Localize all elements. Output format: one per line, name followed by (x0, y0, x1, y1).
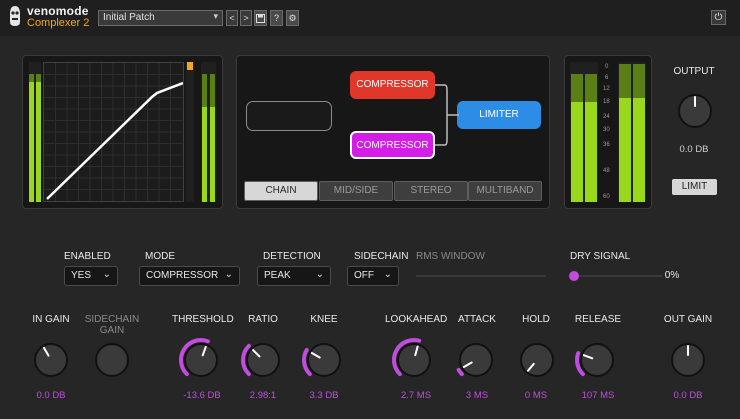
scale-tick: 30 (603, 127, 610, 133)
sidechain-value: OFF (354, 270, 374, 281)
threshold-value: -13.6 DB (183, 390, 221, 401)
release-label: RELEASE (574, 314, 622, 325)
input-meter (29, 62, 41, 202)
sidechain-label: SIDECHAIN (354, 251, 409, 262)
knee-label: KNEE (310, 314, 338, 325)
dry-signal-handle[interactable] (569, 271, 579, 281)
help-button[interactable]: ? (270, 10, 283, 26)
scale-tick: 24 (603, 114, 610, 120)
dry-signal-label: DRY SIGNAL (570, 251, 631, 262)
in-gain-knob[interactable] (28, 337, 74, 388)
hold-label: HOLD (522, 314, 550, 325)
empty-slot[interactable] (246, 101, 332, 131)
chevron-down-icon: ⌄ (224, 269, 233, 280)
enabled-select[interactable]: YES ⌄ (64, 266, 118, 286)
hold-value: 0 MS (524, 390, 548, 401)
dry-signal-slider[interactable] (570, 275, 662, 277)
output-meter-right (618, 62, 646, 202)
hold-knob[interactable] (514, 337, 560, 388)
in-gain-value: 0.0 DB (36, 390, 66, 401)
tab-chain[interactable]: CHAIN (244, 181, 318, 201)
mode-value: COMPRESSOR (146, 270, 219, 281)
release-value: 107 MS (581, 390, 615, 401)
out-gain-value: 0.0 DB (673, 390, 703, 401)
post-meter (201, 62, 216, 202)
transfer-curve-graph[interactable] (43, 62, 184, 202)
chevron-down-icon: ▾ (213, 11, 218, 21)
scale-tick: 0 (605, 64, 609, 70)
scale-tick: 12 (603, 86, 610, 92)
threshold-label: THRESHOLD (172, 314, 234, 325)
ratio-knob[interactable] (240, 337, 286, 388)
chevron-down-icon: ⌄ (315, 269, 324, 280)
in-gain-label: IN GAIN (32, 314, 70, 325)
tab-mid-side[interactable]: MID/SIDE (319, 181, 393, 201)
threshold-knob[interactable] (178, 337, 224, 388)
output-label: OUTPUT (673, 66, 715, 77)
chain-connector (435, 84, 459, 146)
lookahead-label: LOOKAHEAD (385, 314, 448, 325)
ratio-label: RATIO (248, 314, 278, 325)
attack-label: ATTACK (458, 314, 496, 325)
attack-value: 3 MS (465, 390, 489, 401)
out-gain-label: OUT GAIN (663, 314, 713, 325)
settings-button[interactable]: ⚙ (286, 10, 299, 26)
rms-window-slider[interactable] (416, 275, 546, 277)
save-button[interactable] (254, 10, 267, 26)
product-name: Complexer 2 (27, 17, 90, 29)
detection-label: DETECTION (263, 251, 321, 262)
sidechain-gain-knob[interactable] (89, 337, 135, 388)
gear-icon: ⚙ (288, 13, 297, 23)
enabled-label: ENABLED (64, 251, 111, 262)
mode-label: MODE (145, 251, 175, 262)
save-icon (256, 14, 265, 23)
compressor-block-top[interactable]: COMPRESSOR (350, 71, 435, 99)
release-knob[interactable] (574, 337, 620, 388)
preset-name: Initial Patch (103, 12, 155, 23)
sidechain-select[interactable]: OFF ⌄ (347, 266, 399, 286)
next-preset-button[interactable]: > (240, 10, 252, 26)
rms-window-label: RMS WINDOW (416, 251, 485, 262)
scale-tick: 18 (603, 99, 610, 105)
scale-tick: 48 (603, 168, 610, 174)
sidechain-gain-label: SIDECHAIN GAIN (84, 314, 140, 336)
detection-select[interactable]: PEAK ⌄ (257, 266, 331, 286)
out-gain-knob[interactable] (665, 337, 711, 388)
tab-multiband[interactable]: MULTIBAND (468, 181, 542, 201)
transfer-curve (44, 63, 184, 201)
brand-name: venomode (27, 4, 89, 18)
detection-value: PEAK (264, 270, 291, 281)
power-button[interactable]: ⏻ (711, 10, 726, 25)
knee-value: 3.3 DB (309, 390, 339, 401)
lookahead-value: 2.7 MS (400, 390, 432, 401)
chevron-down-icon: ⌄ (102, 269, 111, 280)
power-icon: ⏻ (714, 12, 723, 23)
db-scale: 0 6 12 18 24 30 36 48 60 (600, 64, 616, 204)
ratio-value: 2.98:1 (249, 390, 277, 401)
dry-signal-value: 0% (664, 270, 680, 281)
scale-tick: 6 (605, 75, 609, 81)
enabled-value: YES (71, 270, 92, 281)
compressor-block-bottom[interactable]: COMPRESSOR (350, 131, 435, 159)
gain-reduction-meter (186, 62, 194, 202)
scale-tick: 60 (603, 194, 610, 200)
output-meter-left (570, 62, 598, 202)
lookahead-knob[interactable] (391, 337, 437, 388)
chevron-down-icon: ⌄ (383, 269, 392, 280)
scale-tick: 36 (603, 142, 610, 148)
prev-preset-button[interactable]: < (226, 10, 238, 26)
mode-select[interactable]: COMPRESSOR ⌄ (139, 266, 240, 286)
output-knob[interactable] (672, 88, 718, 139)
limit-button[interactable]: LIMIT (672, 179, 717, 195)
attack-knob[interactable] (453, 337, 499, 388)
tab-stereo[interactable]: STEREO (394, 181, 468, 201)
preset-dropdown[interactable]: Initial Patch ▾ (98, 10, 223, 26)
output-value: 0.0 DB (679, 144, 709, 155)
snake-logo-icon (10, 6, 20, 26)
knee-knob[interactable] (301, 337, 347, 388)
limiter-block[interactable]: LIMITER (457, 101, 541, 129)
